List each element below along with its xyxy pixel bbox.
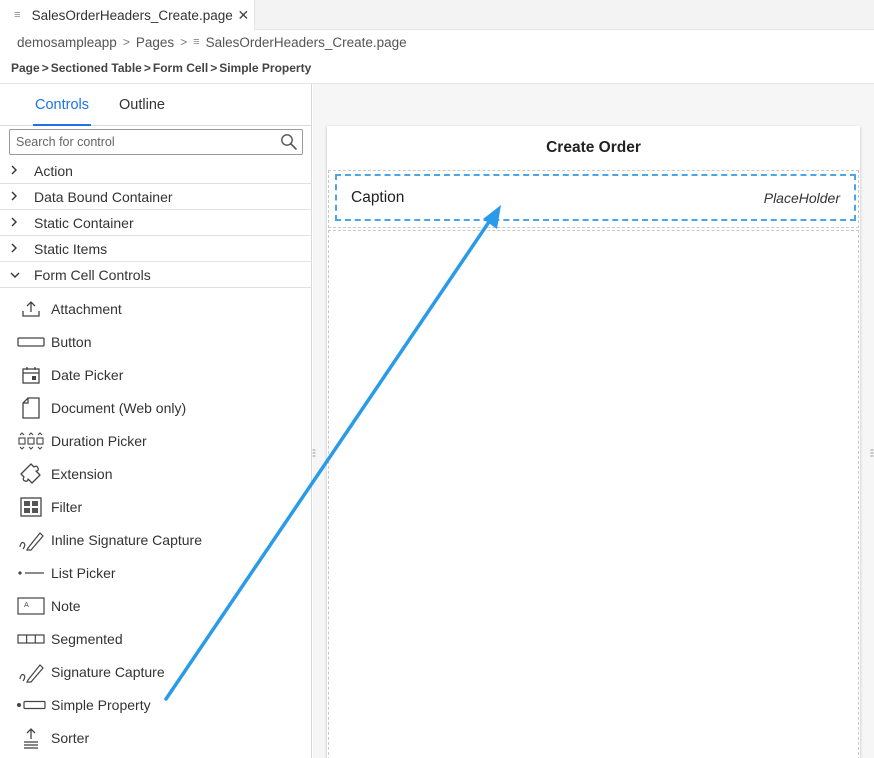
chevron-right-icon <box>0 215 34 231</box>
control-extension[interactable]: Extension <box>0 457 311 490</box>
chevron-right-icon: > <box>180 35 188 49</box>
editor-tab[interactable]: ≡ SalesOrderHeaders_Create.page ✕ <box>0 0 255 30</box>
search-input[interactable] <box>10 130 280 154</box>
grid-icon <box>0 490 51 523</box>
breadcrumb-app[interactable]: demosampleapp <box>17 35 117 50</box>
upload-icon <box>0 292 51 325</box>
editor-tab-strip: ≡ SalesOrderHeaders_Create.page ✕ <box>0 0 874 30</box>
control-duration-picker[interactable]: Duration Picker <box>0 424 311 457</box>
editor-tab-title: SalesOrderHeaders_Create.page <box>31 7 233 23</box>
chevron-right-icon <box>0 189 34 205</box>
file-lines-icon: ≡ <box>14 9 21 21</box>
path-form-cell[interactable]: Form Cell <box>153 61 208 75</box>
sectioned-table-section[interactable]: Caption PlaceHolder <box>328 170 859 228</box>
sorter-icon <box>0 721 51 754</box>
segmented-icon <box>0 622 51 655</box>
control-attachment[interactable]: Attachment <box>0 292 311 325</box>
path-sectioned-table[interactable]: Sectioned Table <box>51 61 142 75</box>
panel-tabs: Controls Outline <box>0 84 311 126</box>
control-simple-property[interactable]: Simple Property <box>0 688 311 721</box>
search-box <box>9 129 303 155</box>
control-label: Note <box>51 597 81 614</box>
control-label: Extension <box>51 465 113 482</box>
svg-text:A: A <box>24 601 29 609</box>
calendar-icon <box>0 358 51 391</box>
file-lines-icon: ≡ <box>193 36 200 48</box>
control-label: Date Picker <box>51 366 124 383</box>
control-label: Segmented <box>51 630 123 647</box>
form-cell-controls-list: Attachment Button Date Picker Document (… <box>0 292 311 754</box>
path-simple-property[interactable]: Simple Property <box>219 61 311 75</box>
tab-outline[interactable]: Outline <box>119 97 165 113</box>
drop-area[interactable] <box>328 230 859 758</box>
group-form-cell-controls[interactable]: Form Cell Controls <box>0 262 311 288</box>
control-label: Duration Picker <box>51 432 147 449</box>
splitter-grip-icon[interactable] <box>312 448 316 460</box>
control-label: Attachment <box>51 300 122 317</box>
path-separator: > <box>41 61 49 75</box>
controls-panel: Controls Outline Action Data Bound Conta… <box>0 84 312 758</box>
control-note[interactable]: A Note <box>0 589 311 622</box>
control-button[interactable]: Button <box>0 325 311 358</box>
group-label: Form Cell Controls <box>34 266 151 283</box>
chevron-right-icon <box>0 163 34 179</box>
control-label: List Picker <box>51 564 116 581</box>
path-separator: > <box>143 61 151 75</box>
control-inline-signature-capture[interactable]: Inline Signature Capture <box>0 523 311 556</box>
puzzle-icon <box>0 457 51 490</box>
signature-icon <box>0 655 51 688</box>
design-canvas: Create Order Caption PlaceHolder <box>313 84 874 758</box>
active-tab-indicator <box>33 124 91 126</box>
control-filter[interactable]: Filter <box>0 490 311 523</box>
close-icon[interactable]: ✕ <box>233 7 254 24</box>
path-page[interactable]: Page <box>11 61 40 75</box>
group-static-container[interactable]: Static Container <box>0 210 311 236</box>
control-groups: Action Data Bound Container Static Conta… <box>0 158 311 288</box>
path-separator: > <box>210 61 218 75</box>
control-document[interactable]: Document (Web only) <box>0 391 311 424</box>
chevron-down-icon <box>0 267 34 283</box>
group-label: Action <box>34 162 73 179</box>
breadcrumb: demosampleapp > Pages > ≡ SalesOrderHead… <box>17 34 407 50</box>
control-signature-capture[interactable]: Signature Capture <box>0 655 311 688</box>
group-label: Data Bound Container <box>34 188 173 205</box>
chevron-right-icon <box>0 241 34 257</box>
simple-property-form-cell[interactable]: Caption PlaceHolder <box>335 174 856 221</box>
control-list-picker[interactable]: List Picker <box>0 556 311 589</box>
control-sorter[interactable]: Sorter <box>0 721 311 754</box>
breadcrumb-folder[interactable]: Pages <box>136 35 174 50</box>
group-static-items[interactable]: Static Items <box>0 236 311 262</box>
duration-icon <box>0 424 51 457</box>
breadcrumb-file[interactable]: SalesOrderHeaders_Create.page <box>206 35 407 50</box>
group-label: Static Container <box>34 214 134 231</box>
search-icon[interactable] <box>280 133 298 151</box>
page-preview: Create Order Caption PlaceHolder <box>327 126 860 758</box>
group-label: Static Items <box>34 240 108 257</box>
tab-controls[interactable]: Controls <box>35 97 89 113</box>
splitter-grip-icon[interactable] <box>870 448 874 460</box>
document-icon <box>0 391 51 424</box>
control-label: Button <box>51 333 92 350</box>
simple-property-icon <box>0 688 51 721</box>
control-date-picker[interactable]: Date Picker <box>0 358 311 391</box>
control-label: Signature Capture <box>51 663 165 680</box>
group-data-bound-container[interactable]: Data Bound Container <box>0 184 311 210</box>
cell-placeholder: PlaceHolder <box>763 189 840 206</box>
chevron-right-icon: > <box>122 35 130 49</box>
control-label: Filter <box>51 498 83 515</box>
list-picker-icon <box>0 556 51 589</box>
button-icon <box>0 325 51 358</box>
control-label: Simple Property <box>51 696 151 713</box>
signature-icon <box>0 523 51 556</box>
group-action[interactable]: Action <box>0 158 311 184</box>
control-segmented[interactable]: Segmented <box>0 622 311 655</box>
page-title: Create Order <box>546 139 641 156</box>
control-label: Sorter <box>51 729 90 746</box>
cell-caption: Caption <box>351 188 405 206</box>
note-icon: A <box>0 589 51 622</box>
control-label: Document (Web only) <box>51 399 187 416</box>
control-label: Inline Signature Capture <box>51 531 202 548</box>
control-path: Page > Sectioned Table > Form Cell > Sim… <box>11 60 311 76</box>
